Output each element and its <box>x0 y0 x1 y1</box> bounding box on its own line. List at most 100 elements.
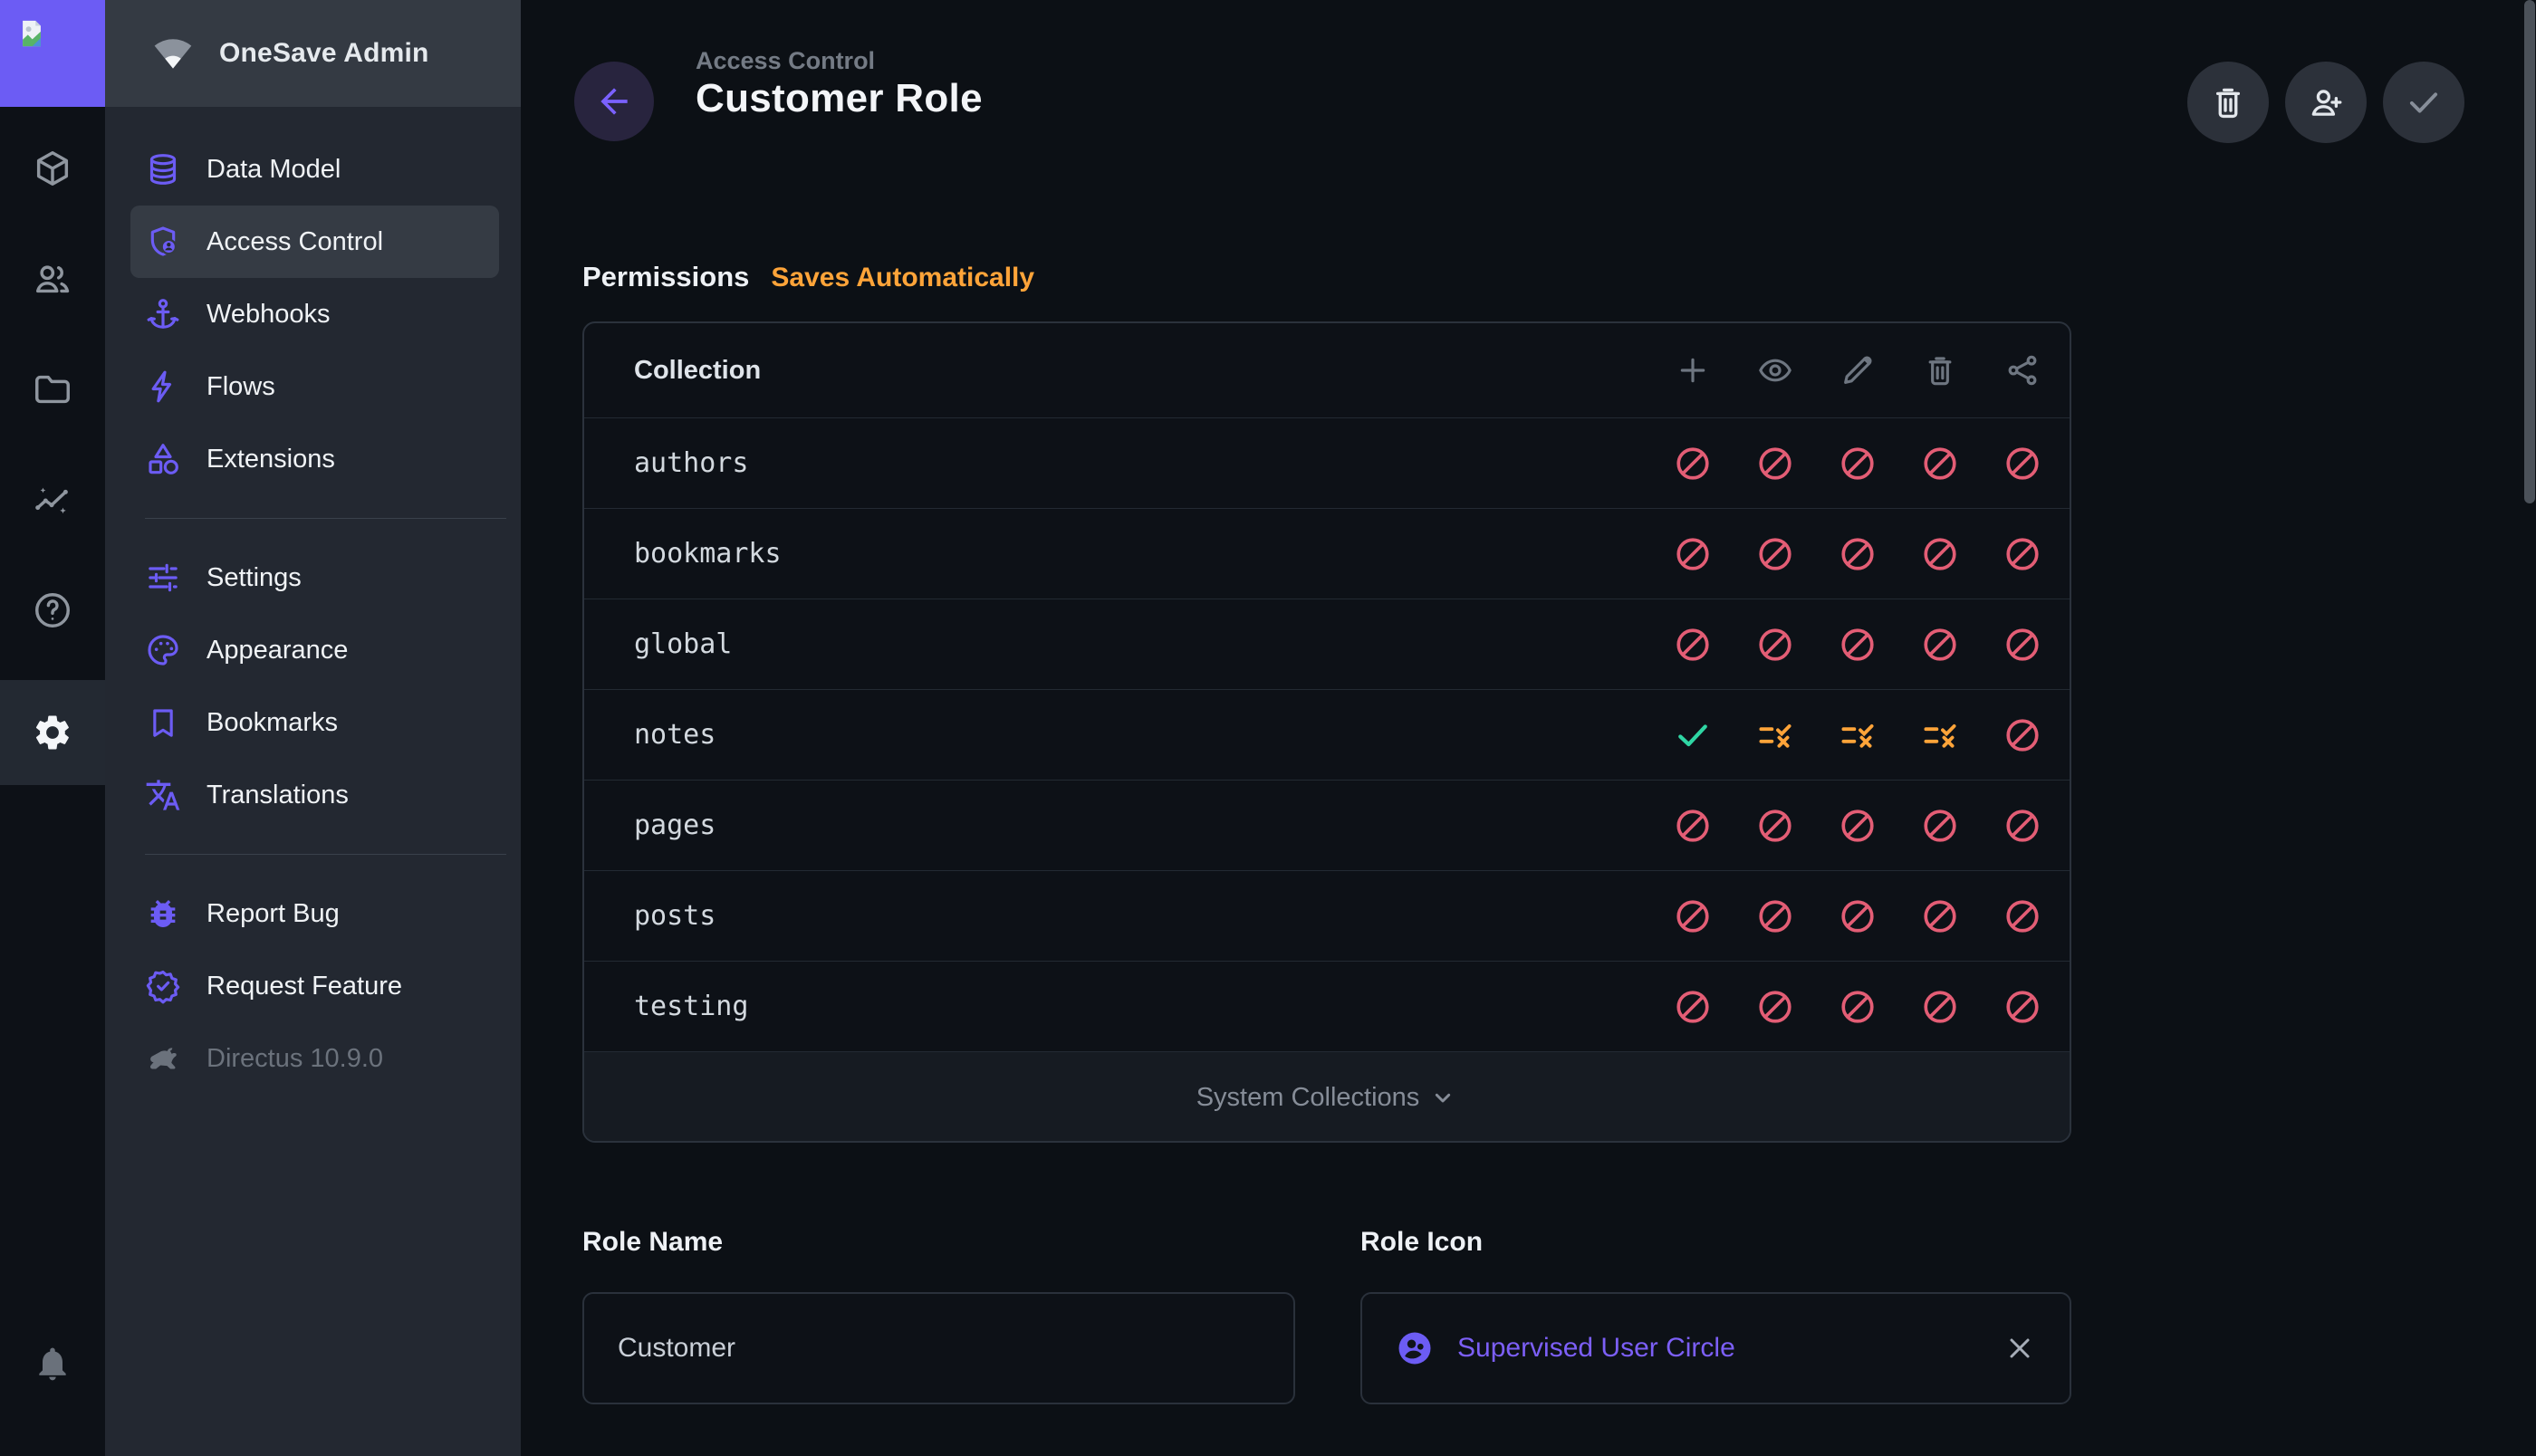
bookmarks-read-permission[interactable] <box>1755 534 1795 574</box>
permissions-table-header: Collection <box>584 323 2070 418</box>
role-icon-field[interactable]: Supervised User Circle <box>1360 1292 2071 1404</box>
role-name-input[interactable] <box>584 1294 1293 1403</box>
global-read-permission[interactable] <box>1755 625 1795 665</box>
notes-create-permission[interactable] <box>1673 715 1713 755</box>
bookmarks-create-permission[interactable] <box>1673 534 1713 574</box>
anchor-icon <box>145 296 181 332</box>
sidebar-item-data-model[interactable]: Data Model <box>130 133 499 206</box>
posts-delete-permission[interactable] <box>1920 896 1960 936</box>
pages-share-permission[interactable] <box>2003 806 2042 846</box>
create-column-icon[interactable] <box>1673 350 1713 390</box>
global-update-permission[interactable] <box>1838 625 1878 665</box>
delete-column-icon[interactable] <box>1920 350 1960 390</box>
sidebar-item-label: Extensions <box>207 445 335 474</box>
module-files[interactable] <box>0 337 105 442</box>
category-icon <box>145 441 181 477</box>
table-row-testing: testing <box>584 962 2070 1052</box>
authors-read-permission[interactable] <box>1755 444 1795 484</box>
pages-delete-permission[interactable] <box>1920 806 1960 846</box>
module-bar-items <box>0 116 105 663</box>
sidebar-item-appearance[interactable]: Appearance <box>130 614 499 686</box>
authors-create-permission[interactable] <box>1673 444 1713 484</box>
save-button[interactable] <box>2383 62 2464 143</box>
system-collections-toggle[interactable]: System Collections <box>584 1052 2070 1143</box>
sidebar-item-webhooks[interactable]: Webhooks <box>130 278 499 350</box>
invite-users-button[interactable] <box>2285 62 2367 143</box>
module-users[interactable] <box>0 226 105 331</box>
collection-name: notes <box>634 719 716 751</box>
posts-share-permission[interactable] <box>2003 896 2042 936</box>
sidebar-item-settings[interactable]: Settings <box>130 541 499 614</box>
testing-share-permission[interactable] <box>2003 987 2042 1027</box>
project-logo[interactable] <box>0 0 105 107</box>
sidebar-item-extensions[interactable]: Extensions <box>130 423 499 495</box>
notes-delete-permission[interactable] <box>1920 715 1960 755</box>
posts-update-permission[interactable] <box>1838 896 1878 936</box>
role-icon-label: Role Icon <box>1360 1227 1483 1258</box>
share-column-icon[interactable] <box>2003 350 2042 390</box>
authors-update-permission[interactable] <box>1838 444 1878 484</box>
sidebar-divider <box>145 518 506 519</box>
scrollbar[interactable] <box>2524 0 2535 503</box>
module-help[interactable] <box>0 558 105 663</box>
table-row-bookmarks: bookmarks <box>584 509 2070 599</box>
collection-name: pages <box>634 809 716 841</box>
pages-create-permission[interactable] <box>1673 806 1713 846</box>
module-bar <box>0 0 105 1456</box>
authors-share-permission[interactable] <box>2003 444 2042 484</box>
module-insights[interactable] <box>0 447 105 552</box>
update-column-icon[interactable] <box>1838 350 1878 390</box>
global-delete-permission[interactable] <box>1920 625 1960 665</box>
testing-read-permission[interactable] <box>1755 987 1795 1027</box>
insights-icon <box>32 479 73 521</box>
global-share-permission[interactable] <box>2003 625 2042 665</box>
notes-share-permission[interactable] <box>2003 715 2042 755</box>
arrow-back-icon <box>594 81 634 121</box>
sidebar-item-bookmarks[interactable]: Bookmarks <box>130 686 499 759</box>
posts-create-permission[interactable] <box>1673 896 1713 936</box>
bookmarks-delete-permission[interactable] <box>1920 534 1960 574</box>
collection-name: authors <box>634 447 748 479</box>
testing-create-permission[interactable] <box>1673 987 1713 1027</box>
sidebar-item-request-feature[interactable]: Request Feature <box>130 950 499 1022</box>
pages-update-permission[interactable] <box>1838 806 1878 846</box>
table-row-posts: posts <box>584 871 2070 962</box>
module-settings[interactable] <box>0 680 105 785</box>
sidebar-item-label: Webhooks <box>207 300 331 330</box>
notifications-button[interactable] <box>0 1311 105 1416</box>
sidebar-item-translations[interactable]: Translations <box>130 759 499 831</box>
bookmarks-update-permission[interactable] <box>1838 534 1878 574</box>
global-create-permission[interactable] <box>1673 625 1713 665</box>
delete-role-button[interactable] <box>2187 62 2269 143</box>
sidebar-item-label: Access Control <box>207 227 383 257</box>
sidebar-item-report-bug[interactable]: Report Bug <box>130 877 499 950</box>
bookmarks-share-permission[interactable] <box>2003 534 2042 574</box>
sidebar-item-access-control[interactable]: Access Control <box>130 206 499 278</box>
people-icon <box>32 258 73 300</box>
notes-read-permission[interactable] <box>1755 715 1795 755</box>
notes-update-permission[interactable] <box>1838 715 1878 755</box>
cube-icon <box>32 148 73 189</box>
sidebar-item-directus-10-9-0[interactable]: Directus 10.9.0 <box>130 1022 499 1095</box>
verified-icon <box>145 968 181 1004</box>
pages-read-permission[interactable] <box>1755 806 1795 846</box>
back-button[interactable] <box>574 62 654 141</box>
project-header[interactable]: OneSave Admin <box>105 0 521 107</box>
authors-delete-permission[interactable] <box>1920 444 1960 484</box>
clear-role-icon-button[interactable] <box>2003 1332 2036 1365</box>
sidebar-item-label: Translations <box>207 781 349 810</box>
database-icon <box>145 151 181 187</box>
posts-read-permission[interactable] <box>1755 896 1795 936</box>
read-column-icon[interactable] <box>1755 350 1795 390</box>
bolt-icon <box>145 369 181 405</box>
sidebar-item-flows[interactable]: Flows <box>130 350 499 423</box>
testing-update-permission[interactable] <box>1838 987 1878 1027</box>
project-title: OneSave Admin <box>219 38 429 69</box>
permissions-heading: Permissions <box>582 261 749 293</box>
module-content[interactable] <box>0 116 105 221</box>
shield-person-icon <box>145 224 181 260</box>
header-actions <box>2187 62 2464 143</box>
testing-delete-permission[interactable] <box>1920 987 1960 1027</box>
breadcrumb[interactable]: Access Control <box>696 47 875 75</box>
sidebar-item-label: Appearance <box>207 636 348 666</box>
